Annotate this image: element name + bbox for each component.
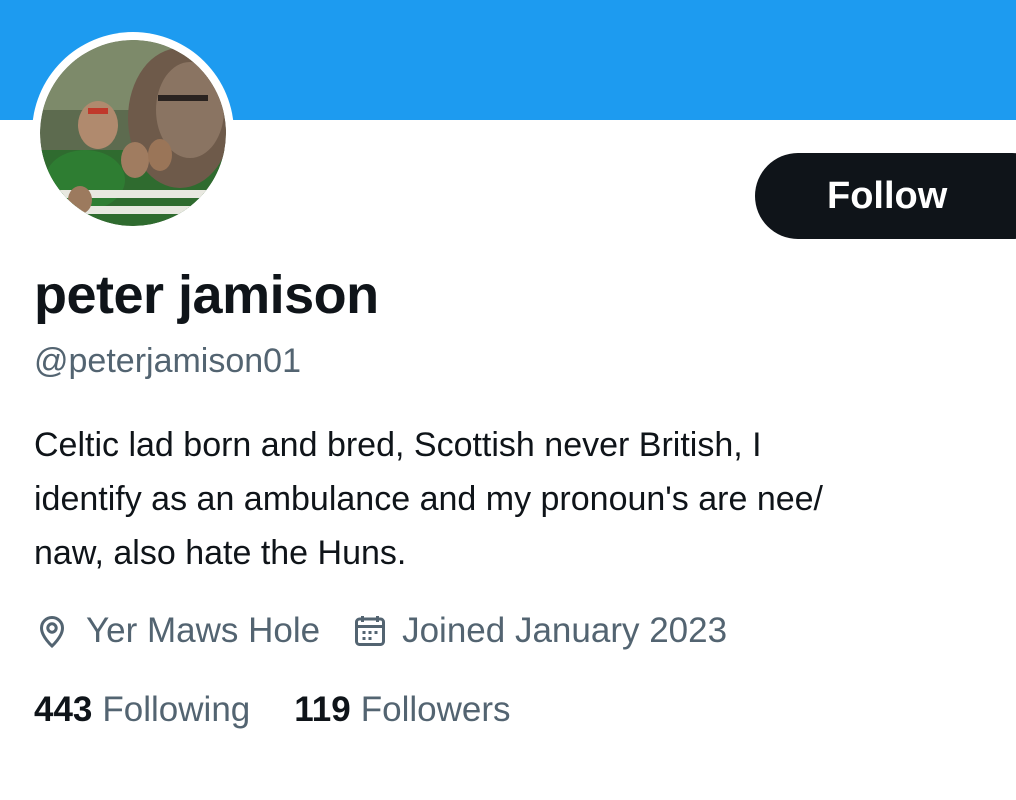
following-link[interactable]: 443 Following	[34, 690, 250, 730]
follow-stats: 443 Following 119 Followers	[34, 690, 511, 730]
followers-label: Followers	[360, 690, 511, 729]
profile-bio: Celtic lad born and bred, Scottish never…	[34, 418, 994, 580]
user-handle: @peterjamison01	[34, 342, 301, 380]
followers-count: 119	[294, 690, 351, 729]
joined-date: Joined January 2023	[402, 611, 728, 650]
following-label: Following	[102, 690, 251, 729]
bio-line: Celtic lad born and bred, Scottish never…	[34, 426, 762, 464]
follow-button[interactable]: Follow	[755, 153, 1016, 239]
location-text: Yer Maws Hole	[86, 611, 321, 650]
profile-meta: Yer Maws Hole Joined January 2023	[34, 608, 727, 654]
bio-line: identify as an ambulance and my pronoun'…	[34, 480, 823, 518]
following-count: 443	[34, 690, 93, 729]
profile-page: Follow peter jamison @peterjamison01 Cel…	[0, 0, 1016, 800]
followers-link[interactable]: 119 Followers	[294, 690, 510, 730]
bio-line: naw, also hate the Huns.	[34, 534, 407, 572]
calendar-icon	[352, 613, 388, 649]
display-name: peter jamison	[34, 265, 379, 325]
location-pin-icon	[34, 613, 70, 649]
avatar-border	[32, 32, 234, 234]
avatar[interactable]	[40, 40, 226, 226]
